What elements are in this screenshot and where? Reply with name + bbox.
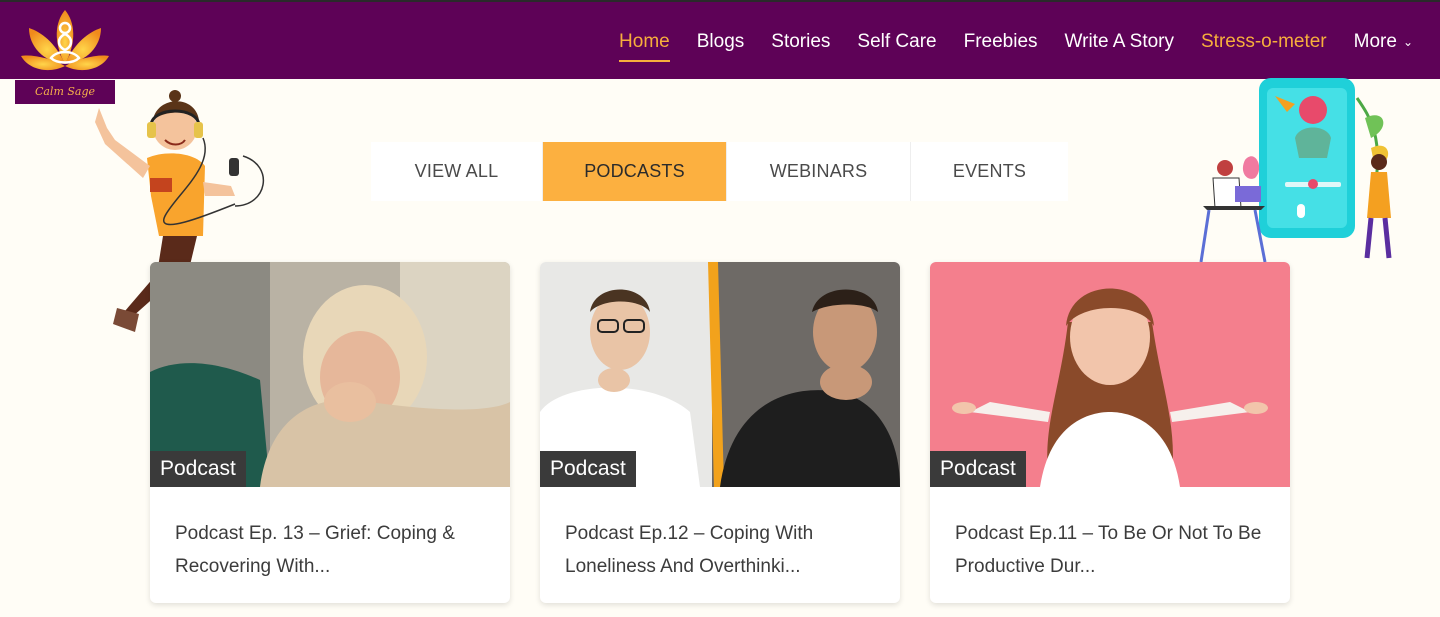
podcast-thumbnail[interactable]: Podcast <box>540 262 900 487</box>
podcast-card[interactable]: Podcast Podcast Ep. 13 – Grief: Coping &… <box>150 262 510 603</box>
category-badge: Podcast <box>540 451 636 487</box>
nav-item-more[interactable]: More ⌄ <box>1354 2 1413 81</box>
lotus-meditation-icon <box>21 10 109 71</box>
card-title[interactable]: Podcast Ep. 13 – Grief: Coping & Recover… <box>150 487 510 583</box>
online-podcast-illustration <box>1195 78 1405 268</box>
tab-events[interactable]: EVENTS <box>911 142 1068 201</box>
nav-label: Self Care <box>857 30 937 52</box>
tab-label: EVENTS <box>952 161 1027 181</box>
category-badge: Podcast <box>930 451 1026 487</box>
nav-item-freebies[interactable]: Freebies <box>964 2 1038 81</box>
tab-label: VIEW ALL <box>414 161 499 181</box>
content-filter-tabs: VIEW ALL PODCASTS WEBINARS EVENTS <box>371 142 1068 201</box>
nav-item-blogs[interactable]: Blogs <box>697 2 745 81</box>
nav-label: Home <box>619 30 670 52</box>
tab-view-all[interactable]: VIEW ALL <box>371 142 543 201</box>
podcast-thumbnail[interactable]: Podcast <box>930 262 1290 487</box>
nav-item-stories[interactable]: Stories <box>771 2 830 81</box>
nav-item-self-care[interactable]: Self Care <box>857 2 936 81</box>
podcast-card[interactable]: Podcast Podcast Ep.12 – Coping With Lone… <box>540 262 900 603</box>
card-title[interactable]: Podcast Ep.11 – To Be Or Not To Be Produ… <box>930 487 1290 583</box>
card-title[interactable]: Podcast Ep.12 – Coping With Loneliness A… <box>540 487 900 583</box>
podcast-thumbnail[interactable]: Podcast <box>150 262 510 487</box>
nav-item-stress-o-meter[interactable]: Stress-o-meter <box>1201 2 1327 81</box>
podcast-card[interactable]: Podcast Podcast Ep.11 – To Be Or Not To … <box>930 262 1290 603</box>
top-navbar: Calm Sage Home Blogs Stories Self Care F… <box>0 0 1440 104</box>
tab-label: WEBINARS <box>769 161 868 181</box>
nav-label: Freebies <box>963 30 1038 52</box>
tab-podcasts[interactable]: PODCASTS <box>543 142 727 201</box>
nav-label: Stories <box>771 30 831 52</box>
category-badge: Podcast <box>150 451 246 487</box>
main-navigation: Home Blogs Stories Self Care Freebies Wr… <box>619 2 1440 81</box>
nav-label: Stress-o-meter <box>1201 30 1327 52</box>
nav-label: Blogs <box>696 30 745 52</box>
tab-label: PODCASTS <box>584 161 685 181</box>
nav-label: Write A Story <box>1064 30 1174 52</box>
chevron-down-icon: ⌄ <box>1402 34 1413 49</box>
nav-item-write-a-story[interactable]: Write A Story <box>1065 2 1174 81</box>
nav-label: More <box>1353 30 1397 52</box>
tab-webinars[interactable]: WEBINARS <box>727 142 911 201</box>
nav-item-home[interactable]: Home <box>619 2 670 81</box>
